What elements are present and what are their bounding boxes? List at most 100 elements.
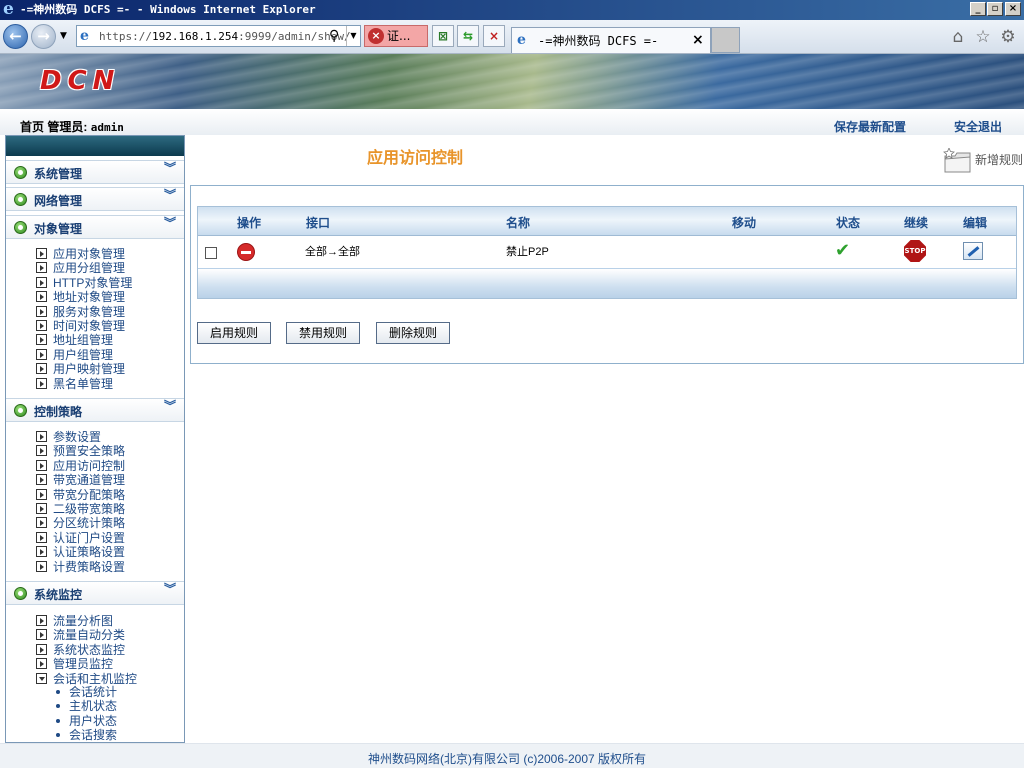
expand-box-icon (36, 334, 47, 346)
sidebar-item-label: HTTP对象管理 (53, 275, 133, 290)
page-favicon-icon: e (80, 28, 89, 44)
sidebar-subitem-label: 会话搜索 (69, 728, 118, 743)
section-bullet-icon (14, 166, 27, 179)
sidebar-item-label: 用户映射管理 (53, 362, 126, 377)
enable-rules-button[interactable]: 启用规则 (197, 322, 271, 344)
chevron-down-icon[interactable]: ︾ (164, 189, 176, 201)
section-label: 系统管理 (34, 167, 83, 181)
tab-current[interactable]: e -=神州数码 DCFS =- × (511, 27, 711, 53)
delete-rule-icon[interactable] (237, 243, 255, 261)
expand-box-icon (36, 320, 47, 331)
back-button[interactable]: ← (3, 24, 28, 49)
expand-box-icon (36, 643, 47, 655)
close-window-button[interactable]: × (1005, 2, 1021, 16)
status-enabled-icon[interactable]: ✔ (835, 241, 850, 261)
compatibility-view-icon[interactable]: ⊠ (432, 25, 454, 47)
sidebar-item-label: 地址组管理 (53, 333, 114, 348)
sidebar-item-label: 带宽通道管理 (53, 473, 126, 488)
sidebar-item-label: 参数设置 (53, 430, 102, 444)
table-row: 全部→全部 禁止P2P ✔ STOP (198, 236, 1016, 268)
header-banner: DCN (0, 54, 1024, 109)
column-header-edit: 编辑 (963, 216, 988, 230)
expand-box-icon (36, 546, 47, 558)
minimize-button[interactable]: _ (970, 2, 986, 16)
stop-icon[interactable]: × (483, 25, 505, 47)
tools-gear-icon[interactable]: ⚙ (998, 27, 1018, 47)
sidebar-item-label: 管理员监控 (53, 657, 114, 672)
forward-button[interactable]: → (31, 24, 56, 49)
page-title: 应用访问控制 (367, 150, 464, 167)
sidebar-item-label: 地址对象管理 (53, 290, 126, 305)
add-rule-button[interactable]: 新增规则 (943, 144, 1023, 176)
sidebar-subitem-label: 用户状态 (69, 713, 118, 728)
expand-box-icon (36, 474, 47, 486)
rules-table: 操作 接口 名称 移动 状态 继续 编辑 全部→全部 禁止P2P ✔ STOP (197, 206, 1017, 299)
column-header-move: 移动 (732, 216, 757, 230)
refresh-icon[interactable]: ⇆ (457, 25, 479, 47)
sidebar-section-control-policy[interactable]: 控制策略 ︾ (6, 398, 184, 422)
disable-rules-button[interactable]: 禁用规则 (286, 322, 360, 344)
tab-close-icon[interactable]: × (692, 32, 704, 48)
sidebar-top-bar (6, 136, 184, 156)
sidebar-section-object-admin[interactable]: 对象管理 ︾ (6, 215, 184, 239)
chevron-down-icon[interactable]: ︾ (164, 162, 176, 174)
delete-rules-button[interactable]: 删除规则 (376, 322, 450, 344)
sidebar-section-system-admin[interactable]: 系统管理 ︾ (6, 160, 184, 184)
section-label: 控制策略 (34, 405, 83, 419)
sidebar-item-label: 二级带宽策略 (53, 502, 126, 516)
logout-link[interactable]: 安全退出 (954, 120, 1002, 134)
chevron-down-icon[interactable]: ︾ (164, 400, 176, 412)
expand-box-icon (36, 291, 47, 303)
history-dropdown-icon[interactable]: ▼ (60, 30, 67, 42)
address-dropdown-icon[interactable]: ▼ (346, 26, 360, 46)
section-bullet-icon (14, 193, 27, 206)
sidebar-subitem-label: 会话统计 (69, 685, 118, 699)
sidebar-subitem-label: 主机状态 (69, 699, 118, 714)
sidebar-item-label: 服务对象管理 (53, 304, 126, 319)
expand-box-icon (36, 377, 47, 389)
new-tab-button[interactable] (711, 27, 740, 53)
row-select-checkbox[interactable] (205, 247, 217, 259)
save-config-link[interactable]: 保存最新配置 (834, 120, 906, 134)
tab-favicon-icon: e (517, 32, 526, 48)
stop-sign-icon[interactable]: STOP (904, 240, 926, 262)
error-icon: × (368, 28, 384, 44)
sidebar-section-system-monitor[interactable]: 系统监控 ︾ (6, 581, 184, 605)
expand-box-icon (36, 672, 47, 684)
favorites-icon[interactable]: ☆ (973, 27, 993, 47)
address-url[interactable]: https://192.168.1.254:9999/admin/show/ (99, 30, 351, 43)
table-header: 操作 接口 名称 移动 状态 继续 编辑 (198, 207, 1016, 236)
maximize-button[interactable]: ▫ (987, 2, 1003, 16)
expand-box-icon (36, 629, 47, 641)
chevron-down-icon[interactable]: ︾ (164, 217, 176, 229)
section-bullet-icon (14, 404, 27, 417)
column-header-interface: 接口 (306, 216, 331, 230)
bullet-icon (56, 718, 60, 723)
copyright-text: 神州数码网络(北京)有限公司 (c)2006-2007 版权所有 (368, 752, 647, 766)
edit-rule-icon[interactable] (963, 242, 983, 260)
section-label: 对象管理 (34, 222, 83, 236)
sidebar-item-label: 预置安全策略 (53, 444, 126, 459)
rule-name: 禁止P2P (506, 246, 549, 258)
ie-logo-icon: e (3, 0, 14, 19)
add-rule-label: 新增规则 (975, 153, 1024, 167)
breadcrumb: 首页 管理员: admin (20, 120, 124, 135)
sidebar-item-label: 认证策略设置 (53, 545, 126, 560)
page-footer: 神州数码网络(北京)有限公司 (c)2006-2007 版权所有 (0, 743, 1024, 768)
home-link[interactable]: 首页 (20, 120, 44, 134)
sidebar-item-label: 计费策略设置 (53, 559, 126, 574)
window-title-bar: e -=神州数码 DCFS =- - Windows Internet Expl… (0, 0, 1024, 20)
home-icon[interactable]: ⌂ (948, 27, 968, 47)
section-bullet-icon (14, 587, 27, 600)
certificate-error-badge[interactable]: × 证... (364, 25, 428, 47)
dcn-logo: DCN (40, 66, 121, 96)
sidebar-item-label: 分区统计策略 (53, 516, 126, 531)
sidebar-item-label: 带宽分配策略 (53, 487, 126, 502)
tab-label: -=神州数码 DCFS =- (538, 34, 659, 48)
sidebar-section-network-admin[interactable]: 网络管理 ︾ (6, 187, 184, 211)
sidebar-item-label: 流量自动分类 (53, 628, 126, 643)
address-bar[interactable]: e https://192.168.1.254:9999/admin/show/… (76, 25, 361, 47)
chevron-down-icon[interactable]: ︾ (164, 583, 176, 595)
sidebar-item-label: 流量分析图 (53, 614, 114, 628)
search-icon[interactable]: ⚲ (329, 27, 345, 45)
